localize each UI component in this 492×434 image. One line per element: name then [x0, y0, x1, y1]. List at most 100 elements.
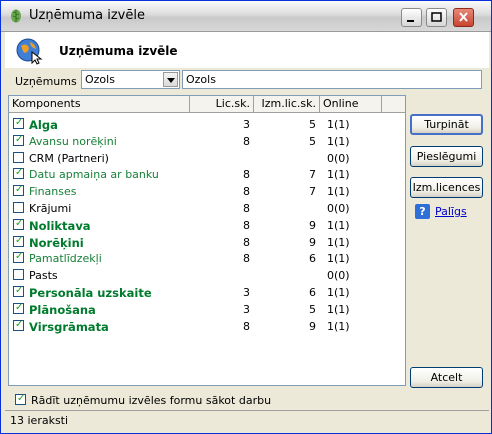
table-row[interactable]: ✓ Alga 3 5 1(1): [9, 116, 405, 133]
online-count: 1(1): [327, 168, 350, 182]
checkmark-icon: ✓: [15, 167, 24, 179]
component-name: Pasts: [29, 269, 58, 283]
checkmark-icon: ✓: [15, 117, 24, 128]
lic-count: 8: [243, 134, 250, 148]
table-row[interactable]: Pasts 0(0): [9, 267, 405, 284]
header-title: Uzņēmuma izvēle: [59, 44, 178, 58]
close-button[interactable]: [453, 8, 474, 27]
checkmark-icon: ✓: [15, 251, 24, 263]
column-header-component[interactable]: Komponents: [9, 96, 190, 112]
row-checkbox[interactable]: ✓: [13, 301, 24, 314]
table-row[interactable]: ✓ Norēķini 8 9 1(1): [9, 234, 405, 251]
used-lic-count: 5: [309, 134, 316, 148]
column-header-filler: [382, 96, 405, 112]
used-lic-count: 9: [309, 218, 316, 232]
company-code-combo[interactable]: Ozols: [81, 70, 180, 89]
help-icon: ?: [415, 204, 430, 219]
table-row[interactable]: ✓ Datu apmaiņa ar banku 8 7 1(1): [9, 166, 405, 183]
column-header-online[interactable]: Online: [320, 96, 382, 112]
table-row[interactable]: ✓ Plānošana 3 5 1(1): [9, 301, 405, 318]
help-label: Palīgs: [435, 205, 467, 218]
checkmark-icon: ✓: [17, 393, 26, 404]
component-name: Plānošana: [29, 302, 96, 317]
online-count: 1(1): [327, 218, 350, 232]
status-bar: 13 ieraksti: [5, 410, 489, 430]
table-row[interactable]: ✓ Virsgrāmata 8 9 1(1): [9, 318, 405, 335]
row-checkbox[interactable]: ✓: [13, 133, 24, 146]
online-count: 0(0): [327, 202, 350, 215]
used-lic-count: 9: [309, 235, 316, 249]
company-label: Uzņēmums: [15, 75, 77, 88]
online-count: 1(1): [327, 118, 350, 131]
online-count: 1(1): [327, 235, 350, 249]
row-checkbox[interactable]: ✓: [13, 285, 24, 297]
row-checkbox[interactable]: ✓: [13, 235, 24, 247]
online-count: 0(0): [327, 269, 350, 283]
checkmark-icon: ✓: [15, 318, 24, 330]
licences-button[interactable]: Izm.licences: [410, 177, 483, 198]
online-count: 1(1): [327, 134, 350, 148]
row-checkbox[interactable]: [13, 202, 24, 213]
components-grid[interactable]: Komponents Lic.sk. Izm.lic.sk. Online ✓ A…: [8, 95, 406, 386]
title-bar[interactable]: Uzņēmuma izvēle: [1, 1, 491, 32]
component-name: Krājumi: [29, 202, 72, 215]
lic-count: 8: [243, 218, 250, 232]
used-lic-count: 5: [309, 302, 316, 316]
company-name-field[interactable]: Ozols: [182, 70, 482, 89]
component-name: Virsgrāmata: [29, 319, 109, 334]
header-panel: Uzņēmuma izvēle: [5, 32, 489, 68]
component-name: Personāla uzskaite: [29, 286, 152, 300]
used-lic-count: 7: [309, 185, 316, 199]
row-checkbox[interactable]: ✓: [13, 117, 24, 129]
component-name: Alga: [29, 118, 58, 132]
row-checkbox[interactable]: ✓: [13, 318, 24, 331]
table-row[interactable]: ✓ Avansu norēķini 8 5 1(1): [9, 133, 405, 150]
component-name: Noliktava: [29, 218, 91, 233]
used-lic-count: 6: [309, 252, 316, 266]
minimize-button[interactable]: [401, 8, 422, 27]
table-row[interactable]: Krājumi 8 0(0): [9, 200, 405, 217]
company-code-value: Ozols: [85, 73, 115, 86]
component-name: Norēķini: [29, 235, 84, 250]
table-row[interactable]: ✓ Finanses 8 7 1(1): [9, 183, 405, 200]
table-row[interactable]: ✓ Personāla uzskaite 3 6 1(1): [9, 284, 405, 301]
lic-count: 8: [243, 235, 250, 249]
checkmark-icon: ✓: [15, 217, 24, 229]
lic-count: 8: [243, 185, 250, 199]
close-icon: [459, 12, 468, 22]
component-name: Finanses: [29, 185, 77, 199]
table-row[interactable]: CRM (Partneri) 0(0): [9, 150, 405, 167]
table-row[interactable]: ✓ Noliktava 8 9 1(1): [9, 217, 405, 234]
row-checkbox[interactable]: ✓: [13, 251, 24, 264]
column-header-used-lic[interactable]: Izm.lic.sk.: [254, 96, 320, 112]
online-count: 1(1): [327, 185, 350, 199]
lic-count: 8: [243, 252, 250, 266]
row-checkbox[interactable]: ✓: [13, 167, 24, 180]
continue-button[interactable]: Turpināt: [410, 114, 483, 135]
checkmark-icon: ✓: [15, 301, 24, 313]
lic-count: 3: [243, 118, 250, 131]
column-header-lic[interactable]: Lic.sk.: [190, 96, 254, 112]
row-checkbox[interactable]: ✓: [13, 184, 24, 197]
globe-cursor-icon: [16, 38, 43, 65]
row-checkbox[interactable]: ✓: [13, 217, 24, 230]
checkmark-icon: ✓: [15, 184, 24, 196]
maximize-button[interactable]: [426, 8, 447, 27]
checkmark-icon: ✓: [15, 133, 24, 145]
online-count: 1(1): [327, 252, 350, 266]
show-on-start-checkbox[interactable]: ✓: [15, 393, 26, 405]
online-count: 1(1): [327, 286, 350, 299]
used-lic-count: 6: [309, 286, 316, 299]
row-checkbox[interactable]: [13, 269, 24, 281]
chevron-down-icon[interactable]: [163, 72, 178, 87]
minimize-icon: [407, 20, 414, 22]
connections-button[interactable]: Pieslēgumi: [410, 146, 483, 167]
leaf-icon: [11, 9, 21, 23]
table-row[interactable]: ✓ Pamatlīdzekļi 8 6 1(1): [9, 250, 405, 267]
company-name-value: Ozols: [186, 73, 216, 86]
lic-count: 8: [243, 168, 250, 182]
row-checkbox[interactable]: [13, 151, 24, 163]
online-count: 1(1): [327, 319, 350, 333]
lic-count: 8: [243, 319, 250, 333]
cancel-button[interactable]: Atcelt: [410, 367, 483, 388]
